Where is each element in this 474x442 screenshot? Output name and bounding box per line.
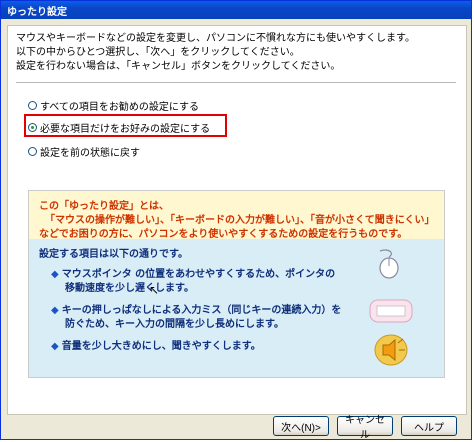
help-button[interactable]: ヘルプ — [401, 416, 457, 436]
item-keyboard: ◆ キーの押しっぱなしによる入力ミス（同じキーの連続入力）を — [51, 301, 341, 316]
speaker-icon — [374, 334, 408, 366]
cancel-button[interactable]: キャンセル — [337, 415, 393, 441]
option-recommended[interactable]: すべての項目をお勧めの設定にする — [28, 98, 199, 113]
mouse-pointer-icon: ↖ — [149, 283, 160, 297]
item-mouse-line-2: 移動速度を少し遅くします。 — [65, 283, 194, 294]
bullet-icon: ◆ — [51, 341, 59, 352]
title-bar[interactable]: ゆったり設定 — [1, 1, 471, 19]
dialog-window: ゆったり設定 マウスやキーボードなどの設定を変更し、パソコンに不慣れな方にも使い… — [0, 0, 472, 441]
items-heading: 設定する項目は以下の通りです。 — [39, 249, 188, 260]
info-summary-line-2: 「マウスの操作が難しい」、「キーボードの入力が難しい」、「音が小さくて聞きにくい… — [45, 215, 435, 226]
bullet-icon: ◆ — [51, 269, 59, 280]
option-label: 必要な項目だけをお好みの設定にする — [40, 124, 211, 135]
info-summary-line-3: などでお困りの方に、パソコンをより使いやすくするための設定を行うものです。 — [39, 229, 408, 240]
info-items: 設定する項目は以下の通りです。 ◆ マウスポインタ の位置をあわせやすくするため、… — [29, 239, 444, 377]
info-summary: この「ゆったり設定」とは、 「マウスの操作が難しい」、「キーボードの入力が難しい… — [29, 191, 444, 240]
option-label: 設定を前の状態に戻す — [40, 148, 140, 159]
intro-line-2: 以下の中からひとつ選択し、「次へ」をクリックしてください。 — [16, 47, 300, 58]
next-button[interactable]: 次へ(N)> — [273, 416, 329, 436]
item-keyboard-line-2: 防ぐため、キー入力の間隔を少し長めにします。 — [65, 319, 284, 330]
radio-checked-icon[interactable] — [28, 123, 37, 132]
option-restore[interactable]: 設定を前の状態に戻す — [28, 144, 140, 159]
option-label: すべての項目をお勧めの設定にする — [40, 102, 199, 113]
item-text: 音量を少し大きめにし、聞きやすくします。 — [61, 341, 261, 352]
radio-icon[interactable] — [28, 147, 37, 156]
intro-text: マウスやキーボードなどの設定を変更し、パソコンに不慣れな方にも使いやすくします。… — [16, 32, 415, 74]
info-summary-line-1: この「ゆったり設定」とは、 — [39, 201, 169, 212]
window-title: ゆったり設定 — [7, 7, 67, 18]
radio-icon[interactable] — [28, 101, 37, 110]
item-sound: ◆ 音量を少し大きめにし、聞きやすくします。 — [51, 337, 261, 352]
intro-line-1: マウスやキーボードなどの設定を変更し、パソコンに不慣れな方にも使いやすくします。 — [16, 33, 415, 44]
divider — [16, 82, 456, 83]
bullet-icon: ◆ — [51, 305, 59, 316]
option-custom[interactable]: 必要な項目だけをお好みの設定にする — [28, 120, 210, 135]
item-mouse: ◆ マウスポインタ の位置をあわせやすくするため、ポインタの — [51, 265, 335, 280]
info-box: この「ゆったり設定」とは、 「マウスの操作が難しい」、「キーボードの入力が難しい… — [28, 190, 445, 378]
keyboard-icon — [369, 299, 413, 323]
content-panel: マウスやキーボードなどの設定を変更し、パソコンに不慣れな方にも使いやすくします。… — [7, 25, 467, 415]
intro-line-3: 設定を行わない場合は、「キャンセル」ボタンをクリックしてください。 — [16, 61, 341, 72]
mouse-icon — [379, 249, 399, 279]
